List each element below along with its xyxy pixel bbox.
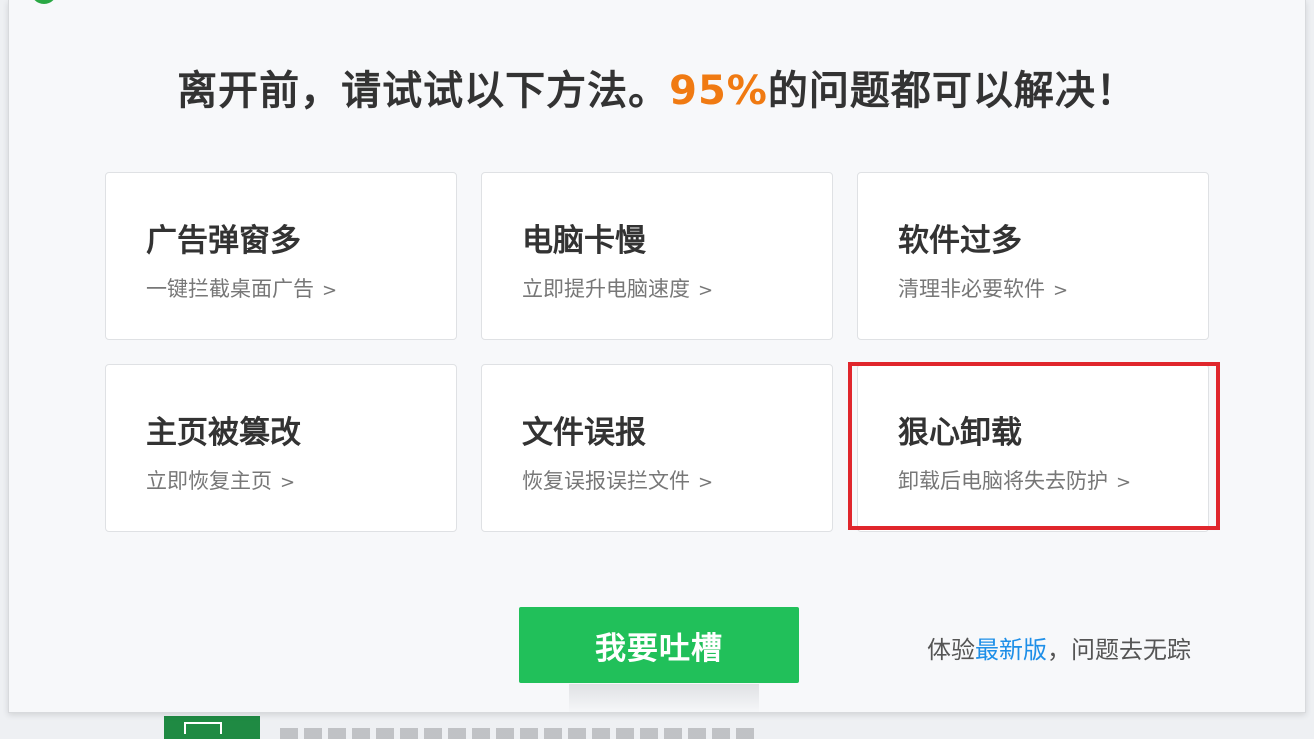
headline: 离开前，请试试以下方法。95%的问题都可以解决！ (9, 58, 1305, 116)
card-desc: 一键拦截桌面广告 (146, 277, 314, 301)
promo-prefix: 体验 (927, 636, 975, 664)
card-action-link[interactable]: 立即提升电脑速度 > (522, 273, 713, 303)
chevron-right-icon: > (698, 280, 714, 301)
card-false-positive[interactable]: 文件误报 恢复误报误拦文件 > (481, 364, 833, 532)
card-title: 广告弹窗多 (146, 223, 301, 259)
card-action-link[interactable]: 卸载后电脑将失去防护 > (898, 465, 1131, 495)
headline-text: 离开前，请试试以下方法。 (177, 68, 670, 114)
card-action-link[interactable]: 恢复误报误拦文件 > (522, 465, 713, 495)
latest-version-promo: 体验最新版，问题去无踪 (927, 630, 1191, 665)
card-pc-slow[interactable]: 电脑卡慢 立即提升电脑速度 > (481, 172, 833, 340)
card-desc: 清理非必要软件 (898, 277, 1045, 301)
card-title: 软件过多 (898, 223, 1022, 259)
card-homepage-hijacked[interactable]: 主页被篡改 立即恢复主页 > (105, 364, 457, 532)
card-desc: 立即恢复主页 (146, 469, 272, 493)
chevron-right-icon: > (1053, 280, 1069, 301)
background-app-icon (164, 716, 260, 739)
card-title: 主页被篡改 (146, 415, 301, 451)
card-desc: 立即提升电脑速度 (522, 277, 690, 301)
button-reflection (569, 684, 759, 714)
background-app-text (280, 728, 760, 739)
chevron-right-icon: > (698, 472, 714, 493)
chevron-right-icon: > (280, 472, 296, 493)
card-title: 电脑卡慢 (522, 223, 646, 259)
latest-version-link[interactable]: 最新版 (975, 636, 1047, 664)
card-action-link[interactable]: 清理非必要软件 > (898, 273, 1068, 303)
app-logo-icon (31, 0, 57, 4)
card-desc: 卸载后电脑将失去防护 (898, 469, 1108, 493)
headline-percent: 95% (669, 68, 768, 114)
uninstall-retention-dialog: 离开前，请试试以下方法。95%的问题都可以解决！ 广告弹窗多 一键拦截桌面广告 >… (8, 0, 1306, 714)
card-action-link[interactable]: 一键拦截桌面广告 > (146, 273, 337, 303)
card-uninstall-anyway[interactable]: 狠心卸载 卸载后电脑将失去防护 > (857, 364, 1209, 532)
chevron-right-icon: > (322, 280, 338, 301)
card-action-link[interactable]: 立即恢复主页 > (146, 465, 295, 495)
headline-text-end: 的问题都可以解决！ (767, 68, 1137, 114)
card-desc: 恢复误报误拦文件 (522, 469, 690, 493)
card-title: 文件误报 (522, 415, 646, 451)
card-title: 狠心卸载 (898, 415, 1022, 451)
promo-suffix: ，问题去无踪 (1047, 636, 1191, 664)
card-ad-popups[interactable]: 广告弹窗多 一键拦截桌面广告 > (105, 172, 457, 340)
complain-button[interactable]: 我要吐槽 (519, 607, 799, 683)
card-too-many-apps[interactable]: 软件过多 清理非必要软件 > (857, 172, 1209, 340)
chevron-right-icon: > (1116, 472, 1132, 493)
